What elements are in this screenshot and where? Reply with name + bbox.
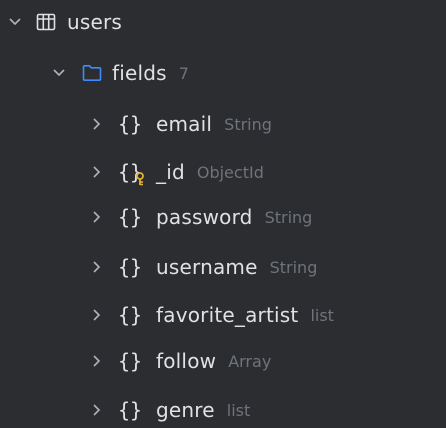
field-name: password bbox=[156, 205, 253, 229]
tree-node-field[interactable]: {} genre list bbox=[0, 386, 446, 428]
field-count: 7 bbox=[178, 63, 189, 83]
chevron-right-icon[interactable] bbox=[88, 352, 106, 370]
folder-label: fields bbox=[112, 61, 167, 85]
tree-node-fields[interactable]: fields 7 bbox=[0, 49, 446, 97]
field-type: String bbox=[224, 114, 272, 134]
object-icon: {} bbox=[117, 205, 143, 229]
table-icon bbox=[36, 12, 56, 32]
field-name: _id bbox=[156, 160, 185, 184]
field-type: list bbox=[226, 400, 251, 420]
field-name: email bbox=[156, 112, 213, 136]
object-icon: {} bbox=[117, 255, 143, 279]
object-icon: {} bbox=[117, 303, 143, 327]
field-name: follow bbox=[156, 349, 217, 373]
tree-node-field[interactable]: {} follow Array bbox=[0, 337, 446, 385]
tree-node-field[interactable]: {} favorite_artist list bbox=[0, 291, 446, 339]
chevron-right-icon[interactable] bbox=[88, 208, 106, 226]
field-name: username bbox=[156, 255, 258, 279]
chevron-right-icon[interactable] bbox=[88, 306, 106, 324]
tree-node-field[interactable]: {} email String bbox=[0, 100, 446, 148]
field-type: ObjectId bbox=[196, 162, 264, 182]
field-type: String bbox=[264, 207, 313, 227]
field-name: genre bbox=[156, 398, 215, 422]
chevron-down-icon[interactable] bbox=[50, 64, 68, 82]
database-tree: users fields 7 {} email String {} _id Ob… bbox=[0, 0, 446, 428]
folder-icon bbox=[82, 64, 102, 82]
tree-node-field[interactable]: {} username String bbox=[0, 243, 446, 291]
field-type: list bbox=[310, 305, 334, 325]
chevron-right-icon[interactable] bbox=[88, 258, 106, 276]
key-icon bbox=[136, 172, 144, 186]
object-icon: {} bbox=[117, 112, 143, 136]
object-icon: {} bbox=[117, 398, 143, 422]
object-icon: {} bbox=[117, 349, 143, 373]
tree-node-field[interactable]: {} password String bbox=[0, 193, 446, 241]
tree-node-field[interactable]: {} _id ObjectId bbox=[0, 148, 446, 196]
field-name: favorite_artist bbox=[156, 303, 299, 327]
field-type: String bbox=[269, 257, 318, 277]
field-type: Array bbox=[228, 351, 272, 371]
table-name: users bbox=[67, 10, 123, 34]
object-key-icon: {} bbox=[118, 160, 144, 186]
chevron-right-icon[interactable] bbox=[88, 115, 106, 133]
chevron-down-icon[interactable] bbox=[6, 13, 24, 31]
chevron-right-icon[interactable] bbox=[88, 401, 106, 419]
tree-node-users[interactable]: users bbox=[0, 0, 446, 44]
chevron-right-icon[interactable] bbox=[88, 163, 106, 181]
